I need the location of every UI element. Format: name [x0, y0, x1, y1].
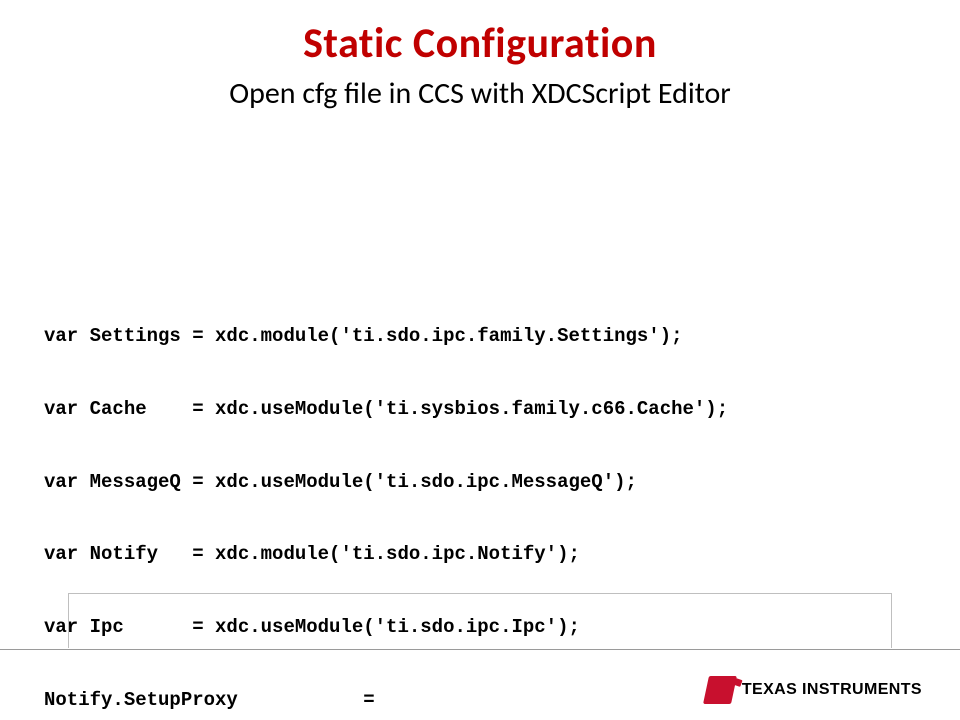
- slide: Static Configuration Open cfg file in CC…: [0, 0, 960, 720]
- code-line: var Settings = xdc.module('ti.sdo.ipc.fa…: [44, 324, 728, 348]
- slide-subtitle: Open cfg file in CCS with XDCScript Edit…: [0, 75, 960, 112]
- footer-frame: [68, 593, 892, 648]
- code-line: var Cache = xdc.useModule('ti.sysbios.fa…: [44, 397, 728, 421]
- code-line: var MessageQ = xdc.useModule('ti.sdo.ipc…: [44, 470, 728, 494]
- slide-title: Static Configuration: [0, 0, 960, 69]
- ti-logo: TEXAS INSTRUMENTS: [706, 676, 922, 704]
- footer-divider: [0, 649, 960, 650]
- code-block: var Settings = xdc.module('ti.sdo.ipc.fa…: [44, 275, 728, 720]
- ti-logo-icon: [703, 676, 737, 704]
- code-line: Notify.SetupProxy =: [44, 688, 728, 712]
- code-line: var Notify = xdc.module('ti.sdo.ipc.Noti…: [44, 542, 728, 566]
- ti-logo-text: TEXAS INSTRUMENTS: [742, 681, 922, 699]
